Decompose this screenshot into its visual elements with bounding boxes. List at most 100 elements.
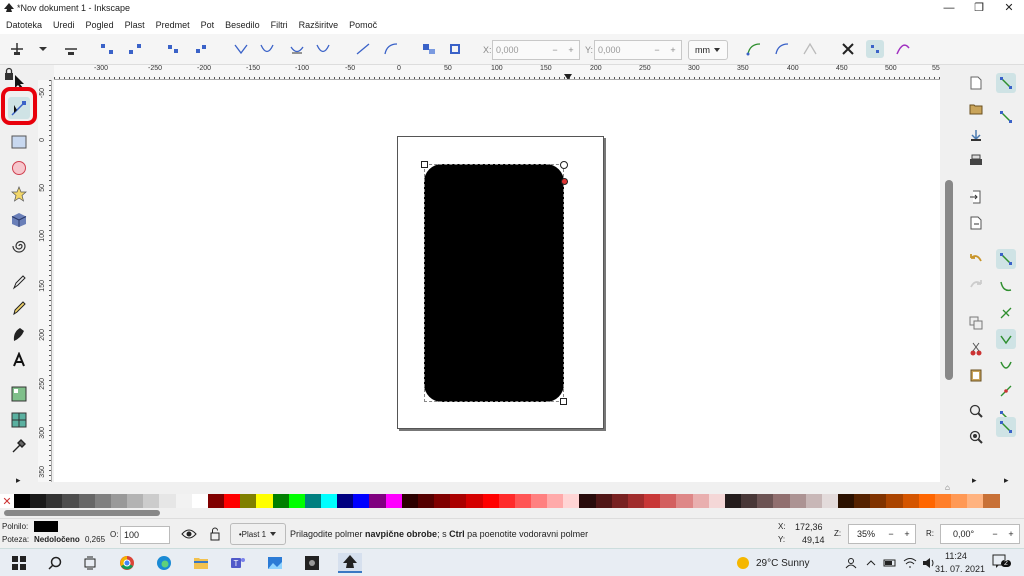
snap-cusp-button[interactable] <box>996 329 1016 349</box>
gradient-tool[interactable] <box>8 383 30 405</box>
color-swatch[interactable] <box>741 494 758 508</box>
color-swatch[interactable] <box>676 494 693 508</box>
ellipse-tool[interactable] <box>8 157 30 179</box>
wifi-icon[interactable] <box>903 557 917 569</box>
menu-razsiritve[interactable]: Razširitve <box>299 20 339 30</box>
color-swatch[interactable] <box>547 494 564 508</box>
rotation-field[interactable]: 0,00° − + <box>940 524 1020 544</box>
rotation-plus-button[interactable]: + <box>1003 529 1019 539</box>
rotation-minus-button[interactable]: − <box>987 529 1003 539</box>
color-swatch[interactable] <box>272 494 289 508</box>
delete-node-button[interactable] <box>62 40 80 58</box>
show-outline-button[interactable] <box>801 40 819 58</box>
show-transform-handles-button[interactable] <box>745 40 763 58</box>
color-swatch[interactable] <box>644 494 661 508</box>
mesh-tool[interactable] <box>8 409 30 431</box>
smooth-node-button[interactable] <box>258 40 276 58</box>
stroke-to-path-button[interactable] <box>446 40 464 58</box>
y-plus-button[interactable]: + <box>665 45 681 55</box>
color-swatch[interactable] <box>789 494 806 508</box>
color-swatch[interactable] <box>434 494 451 508</box>
color-swatch[interactable] <box>563 494 580 508</box>
teams-app[interactable]: T <box>227 553 249 573</box>
color-swatch[interactable] <box>579 494 596 508</box>
color-swatch[interactable] <box>821 494 838 508</box>
break-path-button[interactable] <box>126 40 144 58</box>
snap-enable-button[interactable] <box>996 73 1016 93</box>
color-swatch[interactable] <box>482 494 499 508</box>
close-button[interactable]: ✕ <box>994 0 1024 16</box>
snap-paths-button[interactable] <box>996 277 1016 297</box>
join-segment-button[interactable] <box>164 40 182 58</box>
spiral-tool[interactable] <box>8 235 30 257</box>
color-swatch[interactable] <box>466 494 483 508</box>
text-tool[interactable] <box>8 349 30 371</box>
scrollbar-thumb[interactable] <box>4 510 160 516</box>
color-swatch[interactable] <box>30 494 47 508</box>
battery-icon[interactable] <box>883 557 897 569</box>
task-view-button[interactable] <box>79 553 101 573</box>
color-swatch[interactable] <box>692 494 709 508</box>
cut-button[interactable] <box>966 339 986 359</box>
paste-button[interactable] <box>966 365 986 385</box>
color-swatch[interactable] <box>757 494 774 508</box>
color-swatch[interactable] <box>159 494 176 508</box>
color-swatch[interactable] <box>207 494 225 508</box>
segment-line-button[interactable] <box>354 40 372 58</box>
notifications-button[interactable]: 2 <box>992 554 1011 570</box>
color-swatch[interactable] <box>660 494 677 508</box>
color-swatch[interactable] <box>62 494 79 508</box>
vertical-scrollbar[interactable] <box>942 80 956 482</box>
color-swatch[interactable] <box>870 494 887 508</box>
zoom-field[interactable]: 35% − + <box>848 524 916 544</box>
snap-bbox-button[interactable] <box>996 107 1016 127</box>
menu-uredi[interactable]: Uredi <box>53 20 75 30</box>
color-swatch[interactable] <box>967 494 984 508</box>
snap-intersections-button[interactable] <box>996 303 1016 323</box>
export-button[interactable] <box>966 213 986 233</box>
inkscape-app[interactable] <box>338 553 362 573</box>
people-icon[interactable] <box>845 557 857 569</box>
photos-app[interactable] <box>264 553 286 573</box>
scrollbar-thumb[interactable] <box>945 180 953 380</box>
color-swatch[interactable] <box>94 494 111 508</box>
zoom-selection-button[interactable] <box>966 401 986 421</box>
color-swatch[interactable] <box>191 494 208 508</box>
x-plus-button[interactable]: + <box>563 45 579 55</box>
color-swatch[interactable] <box>240 494 257 508</box>
y-minus-button[interactable]: − <box>649 45 665 55</box>
media-app[interactable] <box>301 553 323 573</box>
menu-plast[interactable]: Plast <box>125 20 145 30</box>
edge-app[interactable] <box>153 553 175 573</box>
show-bbox-button[interactable] <box>866 40 884 58</box>
menu-besedilo[interactable]: Besedilo <box>225 20 260 30</box>
delete-segment-button[interactable] <box>192 40 210 58</box>
palette-menu-icon[interactable]: ⌂ <box>945 483 957 493</box>
snap-more-icon[interactable]: ▸ <box>1004 475 1009 486</box>
menu-datoteka[interactable]: Datoteka <box>6 20 42 30</box>
color-swatch[interactable] <box>805 494 822 508</box>
chevron-up-icon[interactable] <box>865 557 877 569</box>
color-swatch[interactable] <box>983 494 1000 508</box>
undo-button[interactable] <box>966 249 986 269</box>
color-swatch[interactable] <box>256 494 273 508</box>
opacity-field[interactable]: 100 <box>120 526 170 544</box>
no-paint-swatch[interactable]: ✕ <box>0 494 14 508</box>
color-swatch[interactable] <box>595 494 612 508</box>
corner-handle[interactable] <box>560 398 567 405</box>
zoom-plus-button[interactable]: + <box>899 529 915 539</box>
minimize-button[interactable]: — <box>934 0 964 16</box>
color-swatch[interactable] <box>175 494 192 508</box>
edit-mask-button[interactable] <box>894 40 912 58</box>
snap-midpoints-button[interactable] <box>996 381 1016 401</box>
import-button[interactable] <box>966 187 986 207</box>
save-button[interactable] <box>966 125 986 145</box>
symmetric-node-button[interactable] <box>288 40 306 58</box>
drawing-canvas[interactable] <box>54 80 940 482</box>
cusp-node-button[interactable] <box>232 40 250 58</box>
snap-nodes-button[interactable] <box>996 249 1016 269</box>
color-swatch[interactable] <box>902 494 919 508</box>
pencil-tool[interactable] <box>8 297 30 319</box>
weather-text[interactable]: 29°C Sunny <box>756 558 809 569</box>
color-swatch[interactable] <box>837 494 855 508</box>
